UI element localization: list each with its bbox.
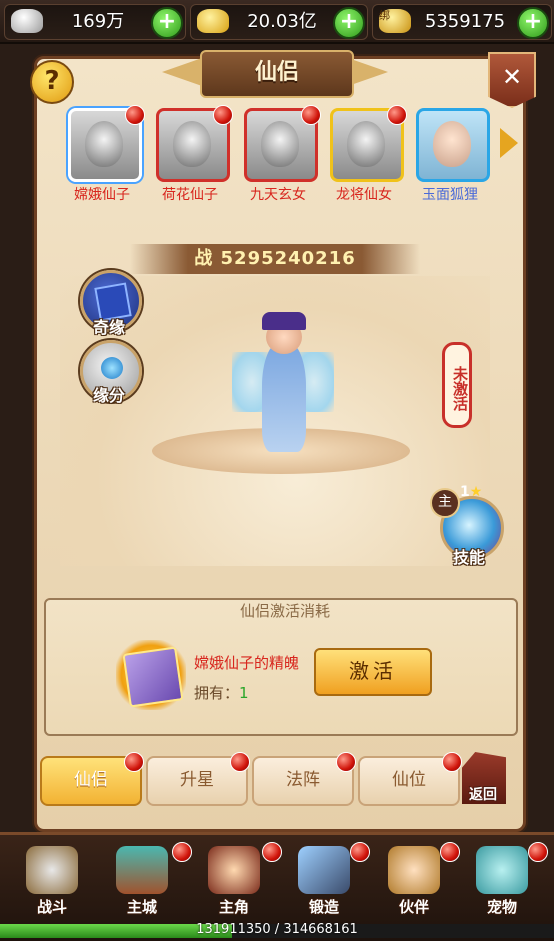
gold-amount: 20.03亿: [247, 11, 317, 32]
owned-label: 拥有：: [194, 684, 240, 702]
add-silver-button[interactable]: +: [151, 7, 183, 39]
add-bound-gold-button[interactable]: +: [517, 7, 549, 39]
partner-portrait-icon: [388, 846, 440, 894]
notification-dot: [528, 842, 548, 862]
fate-label: 缘分: [92, 386, 125, 405]
companion-name-2: 荷花仙子: [162, 187, 218, 203]
nav-city-label: 主城: [126, 898, 157, 916]
nav-pet-label: 宠物: [486, 898, 517, 916]
skill-star-count: 1: [460, 484, 470, 500]
main-skill-badge: 主: [430, 488, 460, 518]
notification-dot: [301, 105, 321, 125]
pet-cat-icon: [476, 846, 528, 894]
star-icon: ★: [469, 484, 483, 500]
notification-dot: [442, 752, 462, 772]
silver-ingot-icon: [11, 9, 43, 33]
bound-gold-amount: 5359175: [424, 11, 506, 32]
silver-amount: 169万: [71, 11, 125, 32]
help-button[interactable]: ?: [30, 60, 74, 104]
nav-battle-label: 战斗: [36, 898, 67, 916]
notification-dot: [336, 752, 356, 772]
notification-dot: [440, 842, 460, 862]
companion-face-icon: [173, 121, 211, 167]
battle-power-prefix: 战: [194, 248, 214, 269]
companion-face-icon: [433, 121, 471, 167]
gold-ingot-icon: [197, 9, 229, 33]
companion-portrait-4[interactable]: [330, 105, 407, 182]
essence-item-name: 嫦娥仙子的精魄: [194, 654, 300, 672]
character-headdress: [262, 312, 306, 330]
silver-currency: 169万 +: [4, 4, 186, 40]
battle-power: 战 5295240216: [130, 244, 420, 274]
companion-name-3: 九天玄女: [250, 187, 306, 203]
notification-dot: [230, 752, 250, 772]
notification-dot: [213, 105, 233, 125]
nav-battle[interactable]: 战斗: [16, 840, 88, 916]
nav-forge-label: 锻造: [308, 898, 339, 916]
hero-portrait-icon: [208, 846, 260, 894]
anvil-icon: [298, 846, 350, 894]
essence-item-slot[interactable]: [116, 640, 186, 710]
bound-gold-ingot-icon: 绑: [379, 9, 411, 33]
notification-dot: [124, 752, 144, 772]
companion-name-5: 玉面狐狸: [422, 187, 478, 203]
experience-text: 131911350 / 314668161: [196, 922, 358, 937]
nav-city[interactable]: 主城: [106, 840, 178, 916]
character-body: [262, 342, 306, 452]
companion-portrait-3[interactable]: [244, 105, 321, 182]
back-label: 返回: [469, 787, 497, 803]
notification-dot: [262, 842, 282, 862]
nav-hero-label: 主角: [218, 898, 249, 916]
bound-gold-currency: 绑 5359175 +: [372, 4, 552, 40]
panel-title: 仙侣: [200, 50, 354, 98]
skill-star-level: 1★: [460, 484, 482, 500]
add-gold-button[interactable]: +: [333, 7, 365, 39]
fairy-character-model: [232, 312, 334, 462]
skill-label: 技能: [452, 548, 485, 567]
companion-portrait-1[interactable]: [68, 105, 145, 182]
owned-value: 1: [239, 684, 249, 702]
activate-button[interactable]: 激活: [314, 648, 432, 696]
nav-hero[interactable]: 主角: [198, 840, 270, 916]
battle-power-value: 5295240216: [220, 248, 356, 269]
owned-count: 拥有：1: [194, 682, 249, 703]
orb-icon: [101, 357, 123, 379]
notification-dot: [387, 105, 407, 125]
crossed-swords-icon: [26, 846, 78, 894]
notification-dot: [172, 842, 192, 862]
gold-currency: 20.03亿 +: [190, 4, 368, 40]
companion-name-1: 嫦娥仙子: [74, 187, 130, 203]
activation-cost-title: 仙侣激活消耗: [239, 602, 330, 620]
companion-face-icon: [261, 121, 299, 167]
nav-partner-label: 伙伴: [398, 898, 429, 916]
companion-face-icon: [347, 121, 385, 167]
city-gate-icon: [116, 846, 168, 894]
not-activated-badge: 未激活: [442, 342, 472, 428]
notification-dot: [350, 842, 370, 862]
companion-portrait-5[interactable]: [416, 108, 490, 182]
close-button[interactable]: ✕: [488, 52, 536, 108]
adventure-label: 奇缘: [92, 318, 125, 337]
companion-face-icon: [85, 121, 123, 167]
essence-crystal-icon: [122, 646, 184, 708]
notification-dot: [125, 105, 145, 125]
companion-name-4: 龙将仙女: [336, 187, 392, 203]
companion-portrait-2[interactable]: [156, 105, 233, 182]
